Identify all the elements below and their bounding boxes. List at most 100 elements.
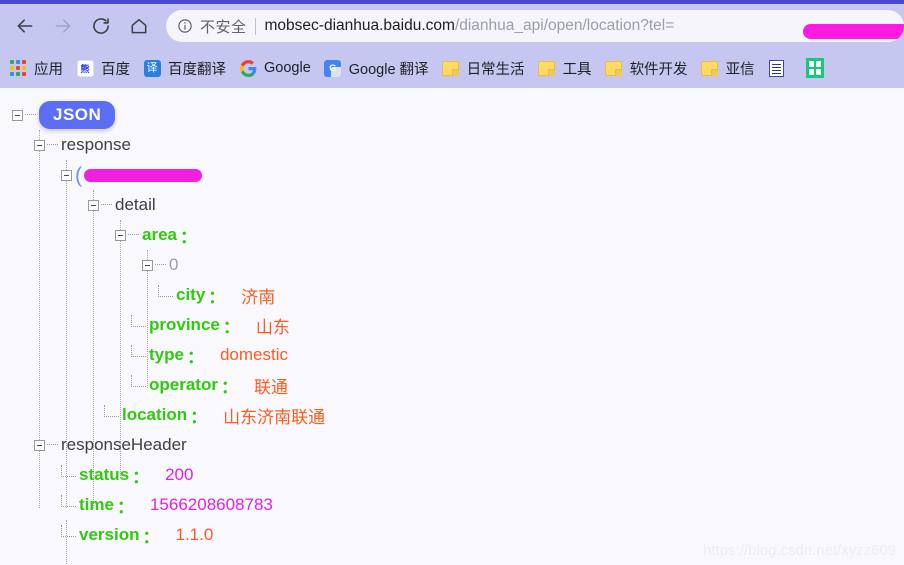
navigation-toolbar: 不安全 mobsec-dianhua.baidu.com/dianhua_api… bbox=[0, 4, 904, 48]
bookmark-sheets[interactable] bbox=[801, 53, 839, 83]
security-status-label: 不安全 bbox=[200, 18, 247, 36]
omnibox-divider bbox=[254, 17, 256, 35]
json-key: area bbox=[142, 225, 177, 244]
key-colon: ： bbox=[190, 407, 208, 427]
back-button[interactable] bbox=[6, 7, 44, 45]
apps-grid-icon bbox=[9, 59, 27, 77]
tree-row-phone-key[interactable]: ( bbox=[0, 160, 904, 190]
sheets-icon bbox=[805, 58, 824, 78]
tree-connector bbox=[131, 374, 146, 387]
json-key: time bbox=[79, 495, 114, 514]
bookmark-document[interactable] bbox=[763, 53, 801, 83]
document-icon bbox=[768, 59, 786, 77]
tree-connector bbox=[61, 524, 76, 537]
tree-row-operator: operator ： 联通 bbox=[0, 370, 904, 400]
bookmark-label: 亚信 bbox=[725, 61, 755, 78]
bookmark-label: 百度翻译 bbox=[168, 61, 226, 78]
tree-connector bbox=[131, 344, 146, 357]
collapse-toggle-detail[interactable] bbox=[88, 199, 99, 211]
tree-connector bbox=[128, 234, 139, 236]
tree-connector bbox=[155, 264, 166, 266]
tree-row-status: status ： 200 bbox=[0, 460, 904, 490]
forward-button[interactable] bbox=[44, 7, 82, 45]
json-value: 山东济南联通 bbox=[223, 407, 326, 427]
bookmark-label: Google bbox=[264, 60, 311, 76]
browser-chrome: 不安全 mobsec-dianhua.baidu.com/dianhua_api… bbox=[0, 0, 904, 88]
json-value: 联通 bbox=[253, 377, 288, 397]
json-value: 山东 bbox=[255, 317, 290, 337]
collapse-toggle-area[interactable] bbox=[115, 229, 126, 241]
key-colon: ： bbox=[179, 227, 197, 247]
bookmarks-bar: 应用 熊 百度 译 百度翻译 Google G Google 翻译 日常生活 工… bbox=[0, 48, 904, 88]
tree-connector bbox=[158, 284, 173, 297]
json-key: province bbox=[149, 315, 220, 334]
tree-row-type: type ： domestic bbox=[0, 340, 904, 370]
json-key: location bbox=[122, 405, 188, 424]
tree-connector bbox=[47, 444, 58, 446]
bookmark-folder-software-dev[interactable]: 软件开发 bbox=[600, 53, 696, 83]
bookmark-apps[interactable]: 应用 bbox=[4, 53, 71, 83]
bookmark-label: 日常生活 bbox=[466, 61, 525, 78]
bookmark-label: Google 翻译 bbox=[348, 61, 429, 78]
collapse-toggle-response-header[interactable] bbox=[34, 439, 45, 451]
collapse-toggle-root[interactable] bbox=[12, 109, 23, 121]
folder-icon bbox=[538, 59, 556, 77]
key-colon: ： bbox=[222, 317, 240, 337]
tree-row-response[interactable]: response bbox=[0, 130, 904, 160]
tree-row-index-0[interactable]: 0 bbox=[0, 250, 904, 280]
tree-node-label: response bbox=[61, 135, 131, 154]
bookmark-folder-daily-life[interactable]: 日常生活 bbox=[437, 53, 533, 83]
tree-connector bbox=[104, 404, 119, 417]
folder-icon bbox=[701, 59, 719, 77]
tree-node-label: detail bbox=[115, 195, 156, 214]
baidu-fanyi-icon: 译 bbox=[143, 59, 161, 77]
key-colon: ： bbox=[142, 527, 160, 547]
tree-row-response-header[interactable]: responseHeader bbox=[0, 430, 904, 460]
bookmark-baidu-fanyi[interactable]: 译 百度翻译 bbox=[138, 53, 234, 83]
bookmark-google-translate[interactable]: G Google 翻译 bbox=[319, 53, 437, 83]
tree-row-detail[interactable]: detail bbox=[0, 190, 904, 220]
bookmark-folder-tools[interactable]: 工具 bbox=[533, 53, 600, 83]
google-icon bbox=[239, 59, 257, 77]
bookmark-label: 软件开发 bbox=[629, 61, 688, 78]
bookmark-label: 百度 bbox=[101, 61, 130, 78]
tree-row-area[interactable]: area ： bbox=[0, 220, 904, 250]
address-bar[interactable]: 不安全 mobsec-dianhua.baidu.com/dianhua_api… bbox=[166, 10, 904, 42]
json-tree-viewer: JSON response ( detail area ： 0 city ： 济… bbox=[0, 88, 904, 565]
json-root-badge: JSON bbox=[39, 101, 116, 129]
baidu-icon: 熊 bbox=[76, 59, 94, 77]
google-translate-icon: G bbox=[324, 59, 342, 77]
tree-row-time: time ： 1566208608783 bbox=[0, 490, 904, 520]
key-colon: ： bbox=[132, 467, 150, 487]
tree-row-root[interactable]: JSON bbox=[0, 100, 904, 130]
bookmark-folder-asiainfo[interactable]: 亚信 bbox=[696, 53, 763, 83]
collapse-toggle-index-0[interactable] bbox=[142, 259, 153, 271]
json-value: 1566208608783 bbox=[149, 495, 273, 514]
json-key: operator bbox=[149, 375, 218, 394]
collapse-toggle-phone[interactable] bbox=[61, 169, 72, 181]
home-button[interactable] bbox=[120, 7, 158, 45]
key-colon: ： bbox=[208, 287, 226, 307]
tree-connector bbox=[131, 314, 146, 327]
bookmark-google[interactable]: Google bbox=[234, 53, 319, 83]
tree-connector bbox=[25, 114, 36, 116]
bookmark-label: 工具 bbox=[562, 61, 592, 78]
json-key: version bbox=[79, 525, 140, 544]
tree-row-province: province ： 山东 bbox=[0, 310, 904, 340]
tree-row-location: location ： 山东济南联通 bbox=[0, 400, 904, 430]
collapse-toggle-response[interactable] bbox=[34, 139, 45, 151]
array-paren: ( bbox=[75, 163, 82, 187]
folder-icon bbox=[442, 59, 460, 77]
tree-connector bbox=[47, 144, 58, 146]
info-circle-icon[interactable] bbox=[176, 17, 194, 35]
key-colon: ： bbox=[116, 497, 134, 517]
json-key: type bbox=[149, 345, 184, 364]
key-colon: ： bbox=[220, 377, 238, 397]
folder-icon bbox=[605, 59, 623, 77]
json-key: status bbox=[79, 465, 130, 484]
tree-connector bbox=[61, 464, 76, 477]
bookmark-baidu[interactable]: 熊 百度 bbox=[71, 53, 138, 83]
url-domain: mobsec-dianhua.baidu.com bbox=[264, 17, 455, 34]
json-value: 200 bbox=[165, 465, 194, 484]
reload-button[interactable] bbox=[82, 7, 120, 45]
